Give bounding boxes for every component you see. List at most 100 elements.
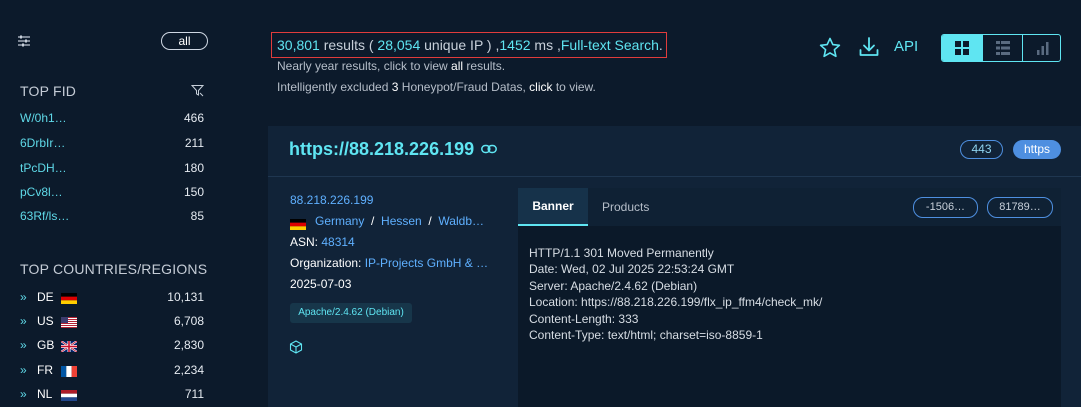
star-icon[interactable] [818,36,842,60]
fid-item[interactable]: 63Rf/ls… 85 [20,209,204,227]
organization-link[interactable]: IP-Projects GmbH & … [365,256,488,270]
honeypot-note: Intelligently excluded 3 Honeypot/Fraud … [277,80,596,94]
country-code: FR [37,363,53,377]
expand-chevron-icon[interactable]: » [20,387,27,401]
view-all-link[interactable]: all [451,59,463,73]
year-results-suffix: results. [463,59,506,73]
list-icon [996,41,1010,55]
hash-badge[interactable]: -1506… [913,197,978,218]
cube-icon[interactable] [289,340,303,354]
detail-tabs [518,188,1061,226]
country-link[interactable]: Germany [315,214,364,228]
country-item-fr[interactable]: » FR 2,234 [20,363,204,381]
location-line: Germany / Hessen / Waldb… [315,214,484,228]
location-separator: / [371,214,375,228]
fid-key[interactable]: tPcDH… [20,161,67,175]
search-mode[interactable]: Full-text Search [561,37,659,53]
tab-products[interactable]: Products [602,200,649,214]
query-time: 1452 [499,37,531,53]
link-icon[interactable] [481,144,497,154]
grid-view-button[interactable] [942,35,982,61]
stats-view-button[interactable] [1022,35,1060,61]
all-filter-button[interactable]: all [161,32,208,50]
result-url[interactable]: https://88.218.226.199 [289,139,474,160]
fid-key[interactable]: W/0h1… [20,111,67,125]
country-code: GB [37,338,55,352]
server-tag[interactable]: Apache/2.4.62 (Debian) [290,303,412,323]
country-item-nl[interactable]: » NL 711 [20,387,204,405]
honeypot-prefix: Intelligently excluded [277,80,392,94]
asn-line: ASN: 48314 [290,235,355,249]
bar-chart-icon [1037,42,1049,55]
country-item-gb[interactable]: » GB 2,830 [20,338,204,356]
expand-chevron-icon[interactable]: » [20,314,27,328]
sidebar: all TOP FID W/0h1… 466 6DrbIr… 211 tPcDH… [0,0,225,407]
fid-item[interactable]: pCv8l… 150 [20,185,204,203]
fid-count: 180 [183,161,204,175]
filter-funnel-icon[interactable] [191,84,204,97]
results-count: 30,801 [277,37,320,53]
gb-flag-icon [61,341,77,352]
fid-key[interactable]: 63Rf/ls… [20,209,69,223]
results-word: results ( [319,37,378,53]
fid-key[interactable]: 6DrbIr… [20,136,65,150]
top-fid-title: TOP FID [20,83,77,99]
location-separator: / [428,214,432,228]
country-item-us[interactable]: » US 6,708 [20,314,204,332]
de-flag-icon [61,293,77,304]
filter-settings-icon[interactable] [16,33,32,49]
country-count: 10,131 [167,290,204,304]
unique-ip-word: unique IP ) , [420,37,500,53]
host-info-panel [268,177,508,407]
asn-label: ASN: [290,235,319,249]
de-flag-icon [290,219,306,230]
port-badge[interactable]: 443 [960,140,1003,159]
fid-item[interactable]: W/0h1… 466 [20,111,204,129]
region-link[interactable]: Hessen [381,214,422,228]
country-count: 6,708 [173,314,204,328]
download-icon[interactable] [857,35,881,59]
year-results-prefix: Nearly year results, click to view [277,59,452,73]
expand-chevron-icon[interactable]: » [20,290,27,304]
honeypot-click-link[interactable]: click [529,80,552,94]
nl-flag-icon [61,390,77,401]
fid-count: 150 [183,185,204,199]
country-code: US [37,314,54,328]
banner-line: Content-Length: 333 [529,312,639,326]
banner-line: Date: Wed, 02 Jul 2025 22:53:24 GMT [529,262,735,276]
unique-ip-count: 28,054 [377,37,421,53]
fid-item[interactable]: tPcDH… 180 [20,161,204,179]
us-flag-icon [61,317,77,328]
grid-icon [955,41,969,55]
summary-period: . [658,37,663,53]
expand-chevron-icon[interactable]: » [20,338,27,352]
ip-address[interactable]: 88.218.226.199 [290,193,373,207]
country-item-de[interactable]: » DE 10,131 [20,290,204,308]
view-mode-toggle [941,34,1061,62]
country-count: 2,234 [173,363,204,377]
banner-line: Location: https://88.218.226.199/flx_ip_… [529,295,823,309]
query-time-unit: ms , [530,37,561,53]
year-results-note: Nearly year results, click to view all r… [277,59,505,73]
country-code: NL [37,387,53,401]
api-button[interactable]: API [894,38,918,55]
country-count: 2,830 [173,338,204,352]
scan-date: 2025-07-03 [290,277,352,291]
fid-item[interactable]: 6DrbIr… 211 [20,136,204,154]
country-code: DE [37,290,54,304]
hash-badge[interactable]: 81789… [987,197,1053,218]
fid-key[interactable]: pCv8l… [20,185,63,199]
organization-label: Organization: [290,256,362,270]
fid-count: 211 [184,136,204,150]
city-link[interactable]: Waldb… [438,214,484,228]
protocol-badge[interactable]: https [1013,140,1061,159]
organization-line: Organization: IP-Projects GmbH & … [290,256,488,270]
fr-flag-icon [61,366,77,377]
expand-chevron-icon[interactable]: » [20,363,27,377]
results-summary: 30,801 results ( 28,054 unique IP ) ,145… [277,37,663,53]
tab-banner[interactable]: Banner [518,188,588,226]
list-view-button[interactable] [982,35,1022,61]
banner-line: Content-Type: text/html; charset=iso-885… [529,328,763,342]
honeypot-suffix: to view. [552,80,596,94]
asn-link[interactable]: 48314 [321,235,354,249]
